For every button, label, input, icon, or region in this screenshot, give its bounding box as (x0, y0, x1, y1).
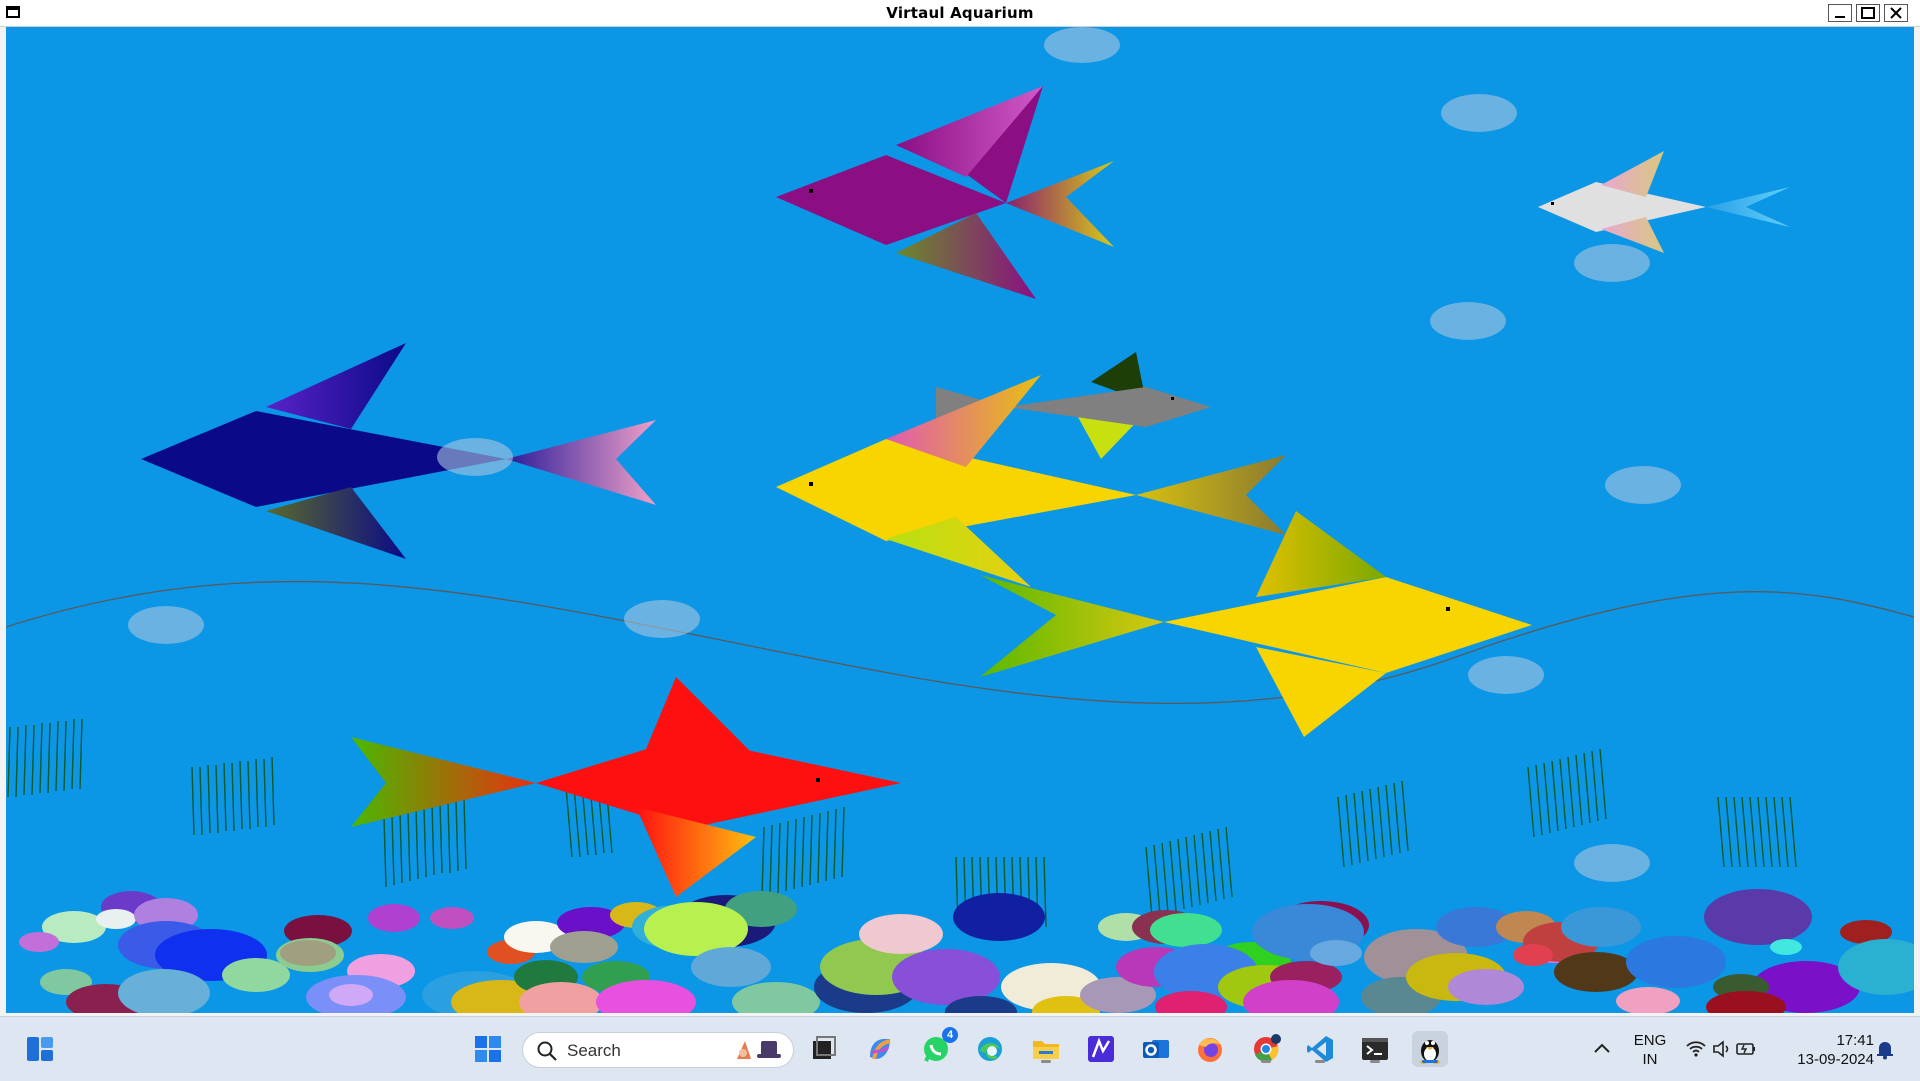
wifi-icon (1686, 1041, 1706, 1057)
start-button[interactable] (470, 1031, 506, 1067)
seaweed-group (7, 718, 1797, 928)
search-placeholder: Search (567, 1041, 621, 1060)
close-button[interactable] (1884, 4, 1908, 22)
window-title: Virtaul Aquarium (886, 4, 1034, 22)
firefox-button[interactable] (1192, 1031, 1228, 1067)
whatsapp-button[interactable]: 4 (918, 1027, 958, 1067)
language-code: ENG (1633, 1032, 1667, 1049)
notifications-button[interactable] (1870, 1031, 1900, 1067)
widgets-button[interactable] (22, 1031, 58, 1067)
aquarium-canvas[interactable] (6, 27, 1914, 1013)
copilot-button[interactable] (862, 1031, 898, 1067)
task-view-button[interactable] (805, 1031, 841, 1067)
taskbar: Search 4 ENG IN 17:41 13-09-2024 (0, 1016, 1920, 1081)
vscode-button[interactable] (1302, 1031, 1338, 1067)
copilot-icon (870, 1039, 891, 1060)
file-explorer-button[interactable] (1028, 1031, 1064, 1067)
windows-logo-icon (475, 1036, 501, 1062)
widgets-icon (27, 1037, 53, 1061)
battery-icon (1736, 1043, 1755, 1055)
taskbar-search[interactable]: Search (522, 1032, 794, 1068)
fish-yellow-right (980, 511, 1532, 737)
minimize-button[interactable] (1828, 4, 1852, 22)
fish-purple (776, 86, 1114, 299)
search-icon (537, 1041, 557, 1061)
close-icon (1890, 7, 1902, 19)
maximize-icon (1861, 7, 1875, 19)
minimize-icon (1835, 16, 1845, 18)
visual-studio-button[interactable] (1083, 1031, 1119, 1067)
outlook-icon (1143, 1040, 1169, 1058)
running-indicator (1261, 1060, 1271, 1063)
whatsapp-badge: 4 (942, 1027, 958, 1043)
bell-icon (1877, 1042, 1893, 1060)
fish-navy (141, 343, 656, 559)
quick-settings-button[interactable] (1684, 1037, 1758, 1063)
outlook-button[interactable] (1138, 1031, 1174, 1067)
window-title-bar[interactable]: Virtaul Aquarium (0, 0, 1920, 27)
chrome-button[interactable] (1248, 1031, 1284, 1067)
running-indicator (1041, 1060, 1051, 1063)
edge-button[interactable] (972, 1031, 1008, 1067)
running-indicator (1370, 1060, 1380, 1063)
task-view-icon (813, 1036, 836, 1059)
edge-icon (978, 1037, 1002, 1061)
language-indicator[interactable]: ENG IN (1628, 1031, 1672, 1069)
chevron-up-icon (1594, 1043, 1610, 1053)
aquarium-app-button[interactable] (1412, 1031, 1448, 1067)
region-code: IN (1642, 1051, 1658, 1068)
running-indicator (1315, 1060, 1325, 1063)
maximize-button[interactable] (1856, 4, 1880, 22)
clock[interactable]: 17:41 13-09-2024 (1778, 1031, 1874, 1069)
pebble-bed (19, 889, 1914, 1013)
sand-line (6, 580, 1914, 704)
visual-studio-icon (1088, 1036, 1114, 1062)
clock-time: 17:41 (1836, 1032, 1874, 1049)
fish-white (1538, 151, 1790, 253)
show-hidden-icons-button[interactable] (1584, 1031, 1620, 1067)
clock-date: 13-09-2024 (1797, 1051, 1874, 1068)
aquarium-scene (6, 27, 1914, 1013)
active-indicator (1422, 1060, 1438, 1063)
firefox-icon (1198, 1038, 1222, 1062)
search-highlight-icon (737, 1041, 781, 1059)
terminal-button[interactable] (1357, 1031, 1393, 1067)
volume-icon (1713, 1040, 1729, 1058)
